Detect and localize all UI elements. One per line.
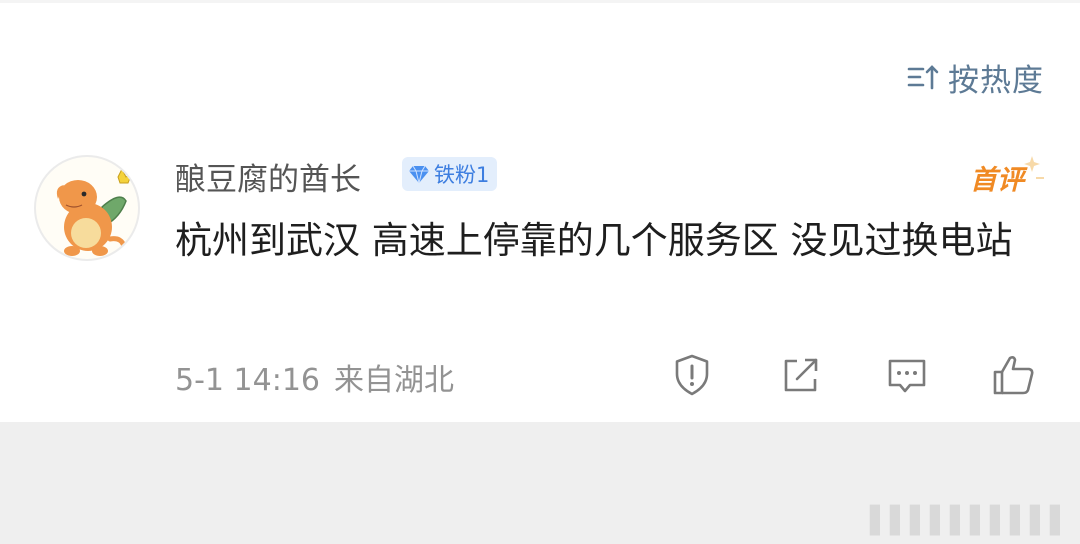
thumbs-up-icon[interactable] (991, 352, 1037, 398)
fan-badge-label: 铁粉1 (434, 163, 490, 187)
comment-text: 杭州到武汉 高速上停靠的几个服务区 没见过换电站 (175, 219, 1013, 262)
report-icon[interactable] (669, 352, 715, 398)
comment-meta: 5-1 14:16 来自湖北 (175, 355, 454, 399)
comment-location: 来自湖北 (334, 363, 454, 398)
diamond-icon (409, 165, 429, 184)
first-comment-badge: 首评 (966, 152, 1046, 200)
sort-label: 按热度 (948, 62, 1044, 99)
sort-by-hot-button[interactable]: 按热度 (906, 57, 1044, 99)
comment-icon[interactable] (884, 352, 930, 398)
watermark: ▌▌▌▌▌▌▌▌▌▌ (870, 506, 1070, 536)
sort-icon (907, 65, 939, 90)
avatar[interactable] (34, 155, 140, 261)
top-divider (0, 0, 1080, 3)
dragon-avatar-icon (56, 167, 134, 256)
first-comment-label: 首评 (970, 165, 1024, 196)
username[interactable]: 酿豆腐的酋长 (175, 154, 361, 199)
share-icon[interactable] (777, 352, 823, 398)
comment-time: 5-1 14:16 (175, 363, 320, 398)
fan-badge[interactable]: 铁粉1 (402, 157, 498, 191)
